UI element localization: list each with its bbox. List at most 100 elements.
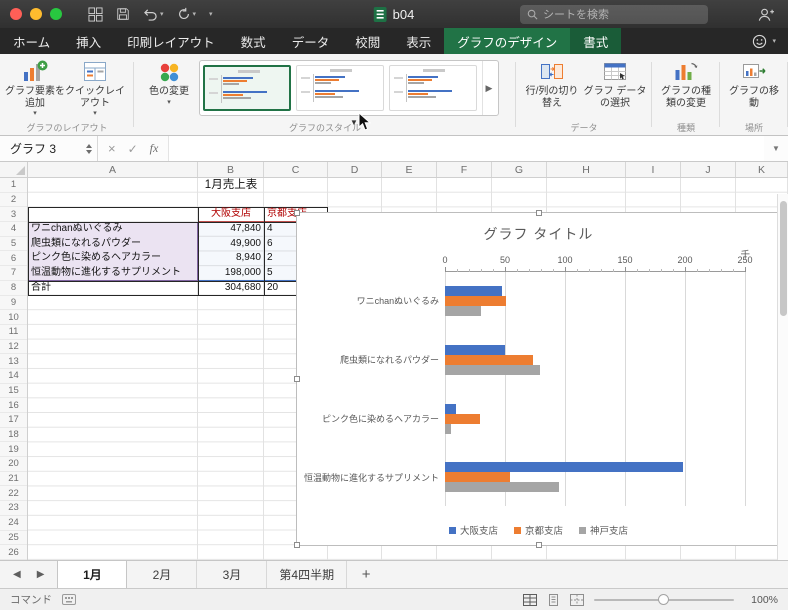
ribbon-tab-7[interactable]: グラフのデザイン	[444, 28, 571, 54]
legend-item-2[interactable]: 京都支店	[513, 523, 563, 537]
row-header-3[interactable]: 3	[0, 207, 27, 223]
row-header-24[interactable]: 24	[0, 516, 27, 531]
save-icon[interactable]	[116, 7, 130, 21]
ribbon-tab-2[interactable]: 印刷レイアウト	[114, 28, 228, 54]
vertical-scrollbar[interactable]	[777, 194, 788, 560]
bar-series2-cat3[interactable]	[445, 413, 480, 424]
search-input[interactable]: シートを検索	[520, 4, 708, 24]
row-header-8[interactable]: 8	[0, 281, 27, 296]
column-header-B[interactable]: B	[198, 162, 264, 177]
row-header-11[interactable]: 11	[0, 325, 27, 340]
tab-scroll-right-icon[interactable]: ▶	[37, 569, 45, 580]
ribbon-tab-0[interactable]: ホーム	[0, 28, 63, 54]
row-header-12[interactable]: 12	[0, 340, 27, 355]
formula-bar-collapse-icon[interactable]: ▼	[764, 144, 788, 153]
gallery-scroll-right-icon[interactable]: ▶	[482, 61, 495, 115]
row-header-17[interactable]: 17	[0, 413, 27, 428]
feedback-smiley-icon[interactable]	[752, 34, 767, 49]
chart-title[interactable]: グラフ タイトル	[297, 224, 780, 244]
move-chart-button[interactable]: グラフの移動	[725, 59, 783, 109]
row-header-19[interactable]: 19	[0, 442, 27, 458]
close-window-button[interactable]	[10, 8, 22, 20]
chart-resize-handle[interactable]	[294, 210, 300, 216]
fullscreen-window-button[interactable]	[50, 8, 62, 20]
legend-item-3[interactable]: 神戸支店	[579, 523, 628, 537]
cell-item-name[interactable]: 爬虫類になれるパウダー	[28, 237, 198, 252]
bar-series3-cat2[interactable]	[445, 364, 540, 375]
row-header-7[interactable]: 7	[0, 266, 27, 281]
undo-caret-icon[interactable]: ▾	[160, 10, 164, 18]
ribbon-tab-6[interactable]: 表示	[393, 28, 444, 54]
ribbon-tab-4[interactable]: データ	[279, 28, 343, 54]
column-header-C[interactable]: C	[264, 162, 328, 177]
ribbon-tab-8[interactable]: 書式	[570, 28, 622, 54]
change-colors-button[interactable]: 色の変更 ▾	[139, 59, 199, 107]
column-header-J[interactable]: J	[681, 162, 736, 177]
vertical-scrollbar-thumb[interactable]	[779, 201, 787, 316]
row-header-9[interactable]: 9	[0, 296, 27, 311]
row-header-18[interactable]: 18	[0, 428, 27, 443]
bar-series1-cat2[interactable]	[445, 344, 505, 355]
page-layout-view-icon[interactable]	[547, 593, 560, 606]
formula-input[interactable]	[168, 136, 764, 161]
cell-title[interactable]: 1月売上表	[171, 178, 291, 193]
toolbar-caret-icon[interactable]: ▾	[209, 10, 213, 18]
row-header-4[interactable]: 4	[0, 222, 27, 237]
legend-item-1[interactable]: 大阪支店	[448, 523, 498, 537]
ribbon-tab-1[interactable]: 挿入	[63, 28, 114, 54]
enter-check-icon[interactable]: ✓	[128, 142, 138, 156]
bar-series3-cat1[interactable]	[445, 306, 481, 316]
row-header-5[interactable]: 5	[0, 237, 27, 252]
bar-series3-cat3[interactable]	[445, 423, 451, 434]
cell-item-name[interactable]: ピンク色に染めるヘアカラー	[28, 251, 198, 266]
chart-object[interactable]: グラフ タイトル 千 0 50 100 150 200 250 大阪支店 京都支店 神戸支店 …	[294, 210, 783, 548]
zoom-slider[interactable]	[594, 593, 734, 605]
column-header-D[interactable]: D	[328, 162, 382, 177]
cell-osaka-value[interactable]: 8,940	[198, 251, 264, 266]
cell-item-name[interactable]: 恒温動物に進化するサプリメント	[28, 266, 198, 281]
sheet-tab-3[interactable]: 3月	[197, 561, 268, 588]
add-sheet-button[interactable]: +	[347, 561, 385, 588]
cell-osaka-value[interactable]: 47,840	[198, 222, 264, 237]
column-header-E[interactable]: E	[382, 162, 437, 177]
column-header-G[interactable]: G	[492, 162, 547, 177]
row-header-20[interactable]: 20	[0, 457, 27, 472]
share-user-icon[interactable]	[757, 7, 774, 22]
redo-icon[interactable]: ▾	[177, 7, 196, 21]
row-header-13[interactable]: 13	[0, 354, 27, 369]
chart-resize-handle[interactable]	[535, 210, 542, 216]
cell-total-osaka[interactable]: 304,680	[198, 281, 264, 296]
row-header-25[interactable]: 25	[0, 531, 27, 546]
bar-series3-cat4[interactable]	[445, 482, 559, 493]
chart-resize-handle[interactable]	[294, 376, 300, 382]
column-header-K[interactable]: K	[736, 162, 788, 177]
switch-row-column-button[interactable]: 行/列の切り替え	[521, 59, 583, 109]
zoom-slider-thumb[interactable]	[658, 593, 669, 605]
ribbon-tab-3[interactable]: 数式	[228, 28, 279, 54]
row-header-21[interactable]: 21	[0, 472, 27, 487]
change-chart-type-button[interactable]: グラフの種類の変更	[657, 59, 715, 109]
bar-series1-cat1[interactable]	[445, 286, 503, 296]
chart-resize-handle[interactable]	[294, 542, 300, 548]
ribbon-tab-5[interactable]: 校閲	[342, 28, 393, 54]
bar-series2-cat2[interactable]	[445, 354, 533, 365]
row-header-15[interactable]: 15	[0, 384, 27, 399]
name-box-stepper[interactable]	[86, 143, 92, 154]
cell-osaka-value[interactable]: 198,000	[198, 266, 264, 281]
zoom-level[interactable]: 100%	[744, 594, 778, 606]
row-header-26[interactable]: 26	[0, 545, 27, 560]
row-header-16[interactable]: 16	[0, 398, 27, 413]
row-header-6[interactable]: 6	[0, 251, 27, 267]
insert-function-icon[interactable]: fx	[150, 141, 159, 156]
plot-area[interactable]: 0 50 100 150 200 250	[442, 255, 753, 506]
column-header-H[interactable]: H	[547, 162, 626, 177]
bar-series1-cat4[interactable]	[445, 462, 683, 473]
show-tabs-icon[interactable]	[88, 6, 103, 22]
feedback-caret-icon[interactable]: ▾	[772, 37, 776, 45]
tab-scroll-left-icon[interactable]: ◀	[13, 569, 21, 580]
row-header-23[interactable]: 23	[0, 501, 27, 516]
row-header-10[interactable]: 10	[0, 310, 27, 325]
minimize-window-button[interactable]	[30, 8, 42, 20]
column-header-A[interactable]: A	[28, 162, 198, 177]
sheet-tab-4[interactable]: 第4四半期	[267, 561, 348, 588]
